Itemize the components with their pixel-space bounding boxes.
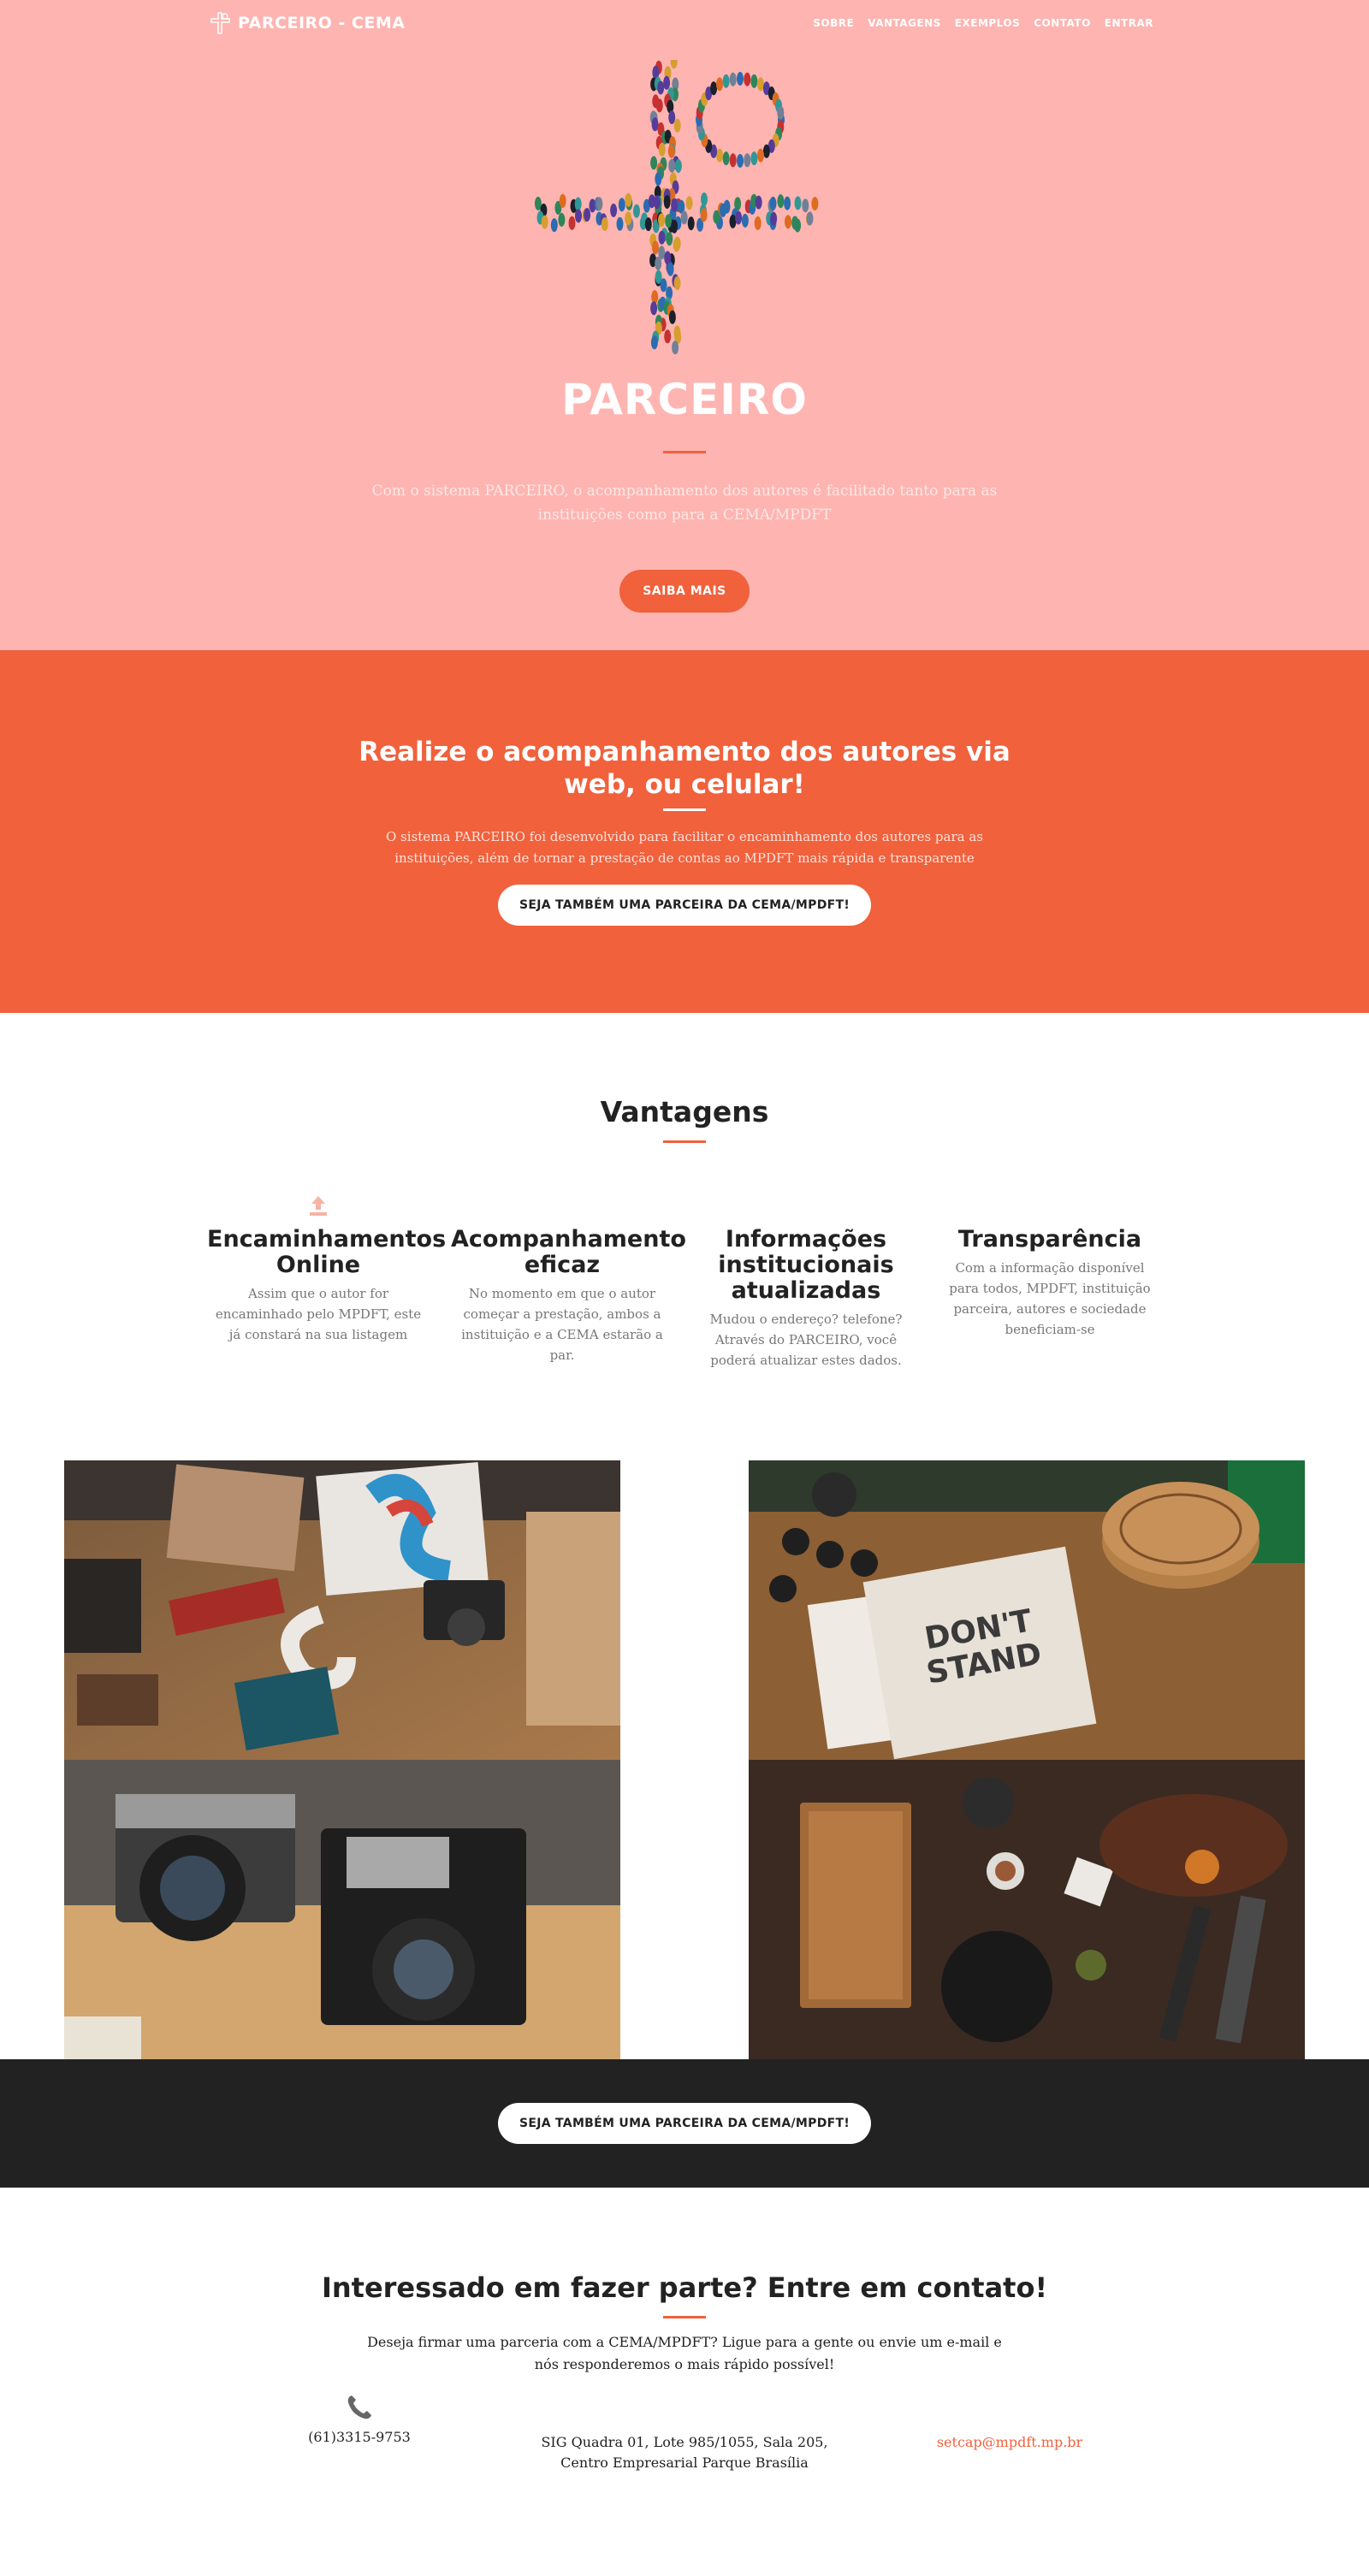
become-partner-button[interactable]: SEJA TAMBÉM UMA PARCEIRA DA CEMA/MPDFT! bbox=[498, 885, 871, 926]
contact-address: SIG Quadra 01, Lote 985/1055, Sala 205, … bbox=[513, 2432, 856, 2473]
nav-link-vantagens[interactable]: VANTAGENS bbox=[868, 17, 941, 29]
service-item-acompanhamento: Acompanhamento eficaz No momento em que … bbox=[451, 1187, 686, 1365]
hero-section: PARCEIRO Com o sistema PARCEIRO, o acomp… bbox=[0, 0, 1369, 650]
portfolio-tile-kitchen[interactable] bbox=[749, 1760, 1305, 2059]
brand-name: PARCEIRO - CEMA bbox=[238, 14, 406, 33]
services-section: Vantagens Encaminhamentos Online Assim q… bbox=[0, 1013, 1369, 1406]
service-item-transparencia: Transparência Com a informação disponíve… bbox=[939, 1187, 1161, 1340]
services-title: Vantagens bbox=[600, 1095, 769, 1128]
contact-email: setcap@mpdft.mp.br bbox=[916, 2432, 1104, 2453]
address-line-1: SIG Quadra 01, Lote 985/1055, Sala 205, bbox=[541, 2434, 828, 2450]
service-title: Acompanhamento eficaz bbox=[451, 1226, 686, 1278]
brand-link[interactable]: PARCEIRO - CEMA bbox=[210, 12, 405, 34]
email-link[interactable]: setcap@mpdft.mp.br bbox=[937, 2434, 1082, 2450]
service-text: No momento em que o autor começar a pres… bbox=[461, 1286, 663, 1363]
nav-link-exemplos[interactable]: EXEMPLOS bbox=[955, 17, 1020, 29]
about-divider bbox=[663, 808, 706, 811]
portfolio-section: DON'T STAND bbox=[0, 1460, 1369, 2059]
nav-links: SOBRE VANTAGENS EXEMPLOS CONTATO ENTRAR bbox=[813, 17, 1153, 29]
service-title: Transparência bbox=[957, 1226, 1142, 1252]
contact-title: Interessado em fazer parte? Entre em con… bbox=[321, 2271, 1048, 2304]
cta-section: SEJA TAMBÉM UMA PARCEIRA DA CEMA/MPDFT! bbox=[0, 2059, 1369, 2188]
contact-text: Deseja firmar uma parceria com a CEMA/MP… bbox=[367, 2334, 1002, 2372]
hero-title: PARCEIRO bbox=[561, 375, 808, 424]
portfolio-tile-desk-flatlay[interactable] bbox=[64, 1460, 620, 1760]
service-text: Com a informação disponível para todos, … bbox=[949, 1260, 1151, 1337]
portfolio-tile-notebook[interactable]: DON'T STAND bbox=[749, 1460, 1305, 1760]
address-line-2: Centro Empresarial Parque Brasília bbox=[560, 2455, 809, 2471]
learn-more-button[interactable]: SAIBA MAIS bbox=[619, 570, 750, 613]
phone-number: (61)3315-9753 bbox=[308, 2429, 411, 2445]
service-item-encaminhamentos: Encaminhamentos Online Assim que o autor… bbox=[207, 1187, 447, 1345]
upload-icon bbox=[310, 1196, 327, 1216]
phone-icon bbox=[347, 2395, 371, 2419]
portfolio-tile-cameras[interactable] bbox=[64, 1760, 620, 2059]
services-divider bbox=[663, 1140, 706, 1143]
service-text: Mudou o endereço? telefone? Através do P… bbox=[709, 1312, 903, 1368]
hero-people-cross-image bbox=[534, 60, 819, 355]
become-partner-button-dark[interactable]: SEJA TAMBÉM UMA PARCEIRA DA CEMA/MPDFT! bbox=[498, 2103, 871, 2144]
hero-divider bbox=[663, 451, 706, 453]
about-title: Realize o acompanhamento dos autores via… bbox=[359, 737, 1010, 800]
service-title: Informações institucionais atualizadas bbox=[718, 1226, 894, 1304]
main-nav: PARCEIRO - CEMA SOBRE VANTAGENS EXEMPLOS… bbox=[0, 0, 1369, 50]
nav-link-entrar[interactable]: ENTRAR bbox=[1105, 17, 1153, 29]
nav-link-contato[interactable]: CONTATO bbox=[1034, 17, 1091, 29]
service-item-informacoes: Informações institucionais atualizadas M… bbox=[695, 1187, 917, 1371]
service-text: Assim que o autor for encaminhado pelo M… bbox=[215, 1286, 422, 1342]
contact-section: Interessado em fazer parte? Entre em con… bbox=[0, 2188, 1369, 2576]
service-title: Encaminhamentos Online bbox=[207, 1226, 447, 1278]
cross-logo-icon bbox=[210, 12, 230, 34]
hero-text: Com o sistema PARCEIRO, o acompanhamento… bbox=[371, 483, 998, 524]
contact-phone: (61)3315-9753 bbox=[291, 2393, 428, 2448]
about-text: O sistema PARCEIRO foi desenvolvido para… bbox=[385, 829, 983, 866]
nav-link-sobre[interactable]: SOBRE bbox=[813, 17, 854, 29]
about-section: Realize o acompanhamento dos autores via… bbox=[0, 650, 1369, 1013]
contact-divider bbox=[663, 2316, 706, 2318]
